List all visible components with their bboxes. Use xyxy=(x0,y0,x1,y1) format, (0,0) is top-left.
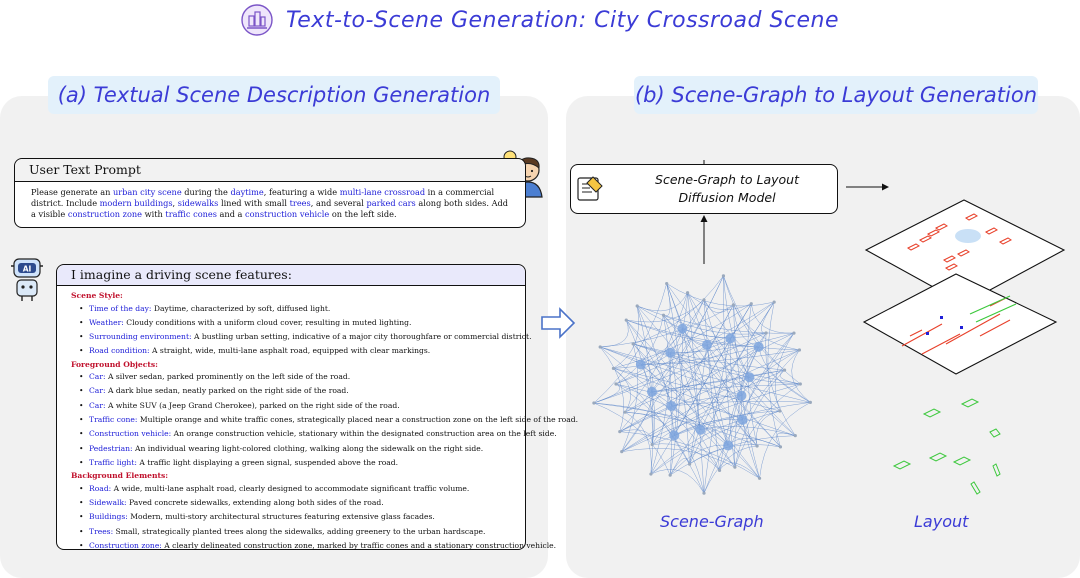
graph-node xyxy=(721,274,726,278)
graph-node xyxy=(631,342,635,346)
graph-node xyxy=(725,333,736,344)
graph-edge xyxy=(687,292,752,310)
graph-node xyxy=(701,339,712,350)
graph-edge xyxy=(624,411,652,475)
graph-edge xyxy=(775,332,795,412)
graph-node xyxy=(677,323,688,334)
graph-edge xyxy=(633,275,724,345)
graph-edge xyxy=(600,319,629,348)
graph-node xyxy=(669,430,680,441)
graph-node xyxy=(731,303,735,307)
graph-edge xyxy=(593,383,621,404)
graph-edge xyxy=(593,402,671,476)
layout-plane-bottom xyxy=(892,398,1001,495)
graph-node xyxy=(668,473,672,477)
graph-node xyxy=(592,401,596,405)
graph-node xyxy=(624,318,628,322)
graph-node xyxy=(737,414,748,425)
layout-plane-middle xyxy=(862,273,1058,375)
layout-caption: Layout xyxy=(914,512,969,531)
graph-edge xyxy=(663,283,671,317)
graph-node xyxy=(598,345,602,349)
graph-node xyxy=(666,401,677,412)
graph-node xyxy=(665,347,676,358)
graph-node xyxy=(650,442,654,447)
layout-illustration xyxy=(862,199,1066,495)
graph-node xyxy=(778,445,783,449)
graph-node xyxy=(635,359,646,370)
graph-node xyxy=(736,390,747,401)
graph-node xyxy=(717,468,722,472)
graph-node xyxy=(702,491,706,495)
graph-edge xyxy=(666,283,775,307)
graph-edge xyxy=(761,301,775,334)
scene-graph-caption: Scene-Graph xyxy=(660,512,764,531)
graph-edge xyxy=(600,346,625,432)
graph-node xyxy=(744,372,755,383)
graph-edge xyxy=(650,469,705,494)
graph-node xyxy=(687,462,692,466)
graph-node xyxy=(635,304,639,308)
graph-node xyxy=(772,300,776,304)
graph-node xyxy=(764,331,768,335)
graph-node xyxy=(695,424,706,435)
graph-node xyxy=(793,434,797,438)
graph-node xyxy=(623,410,627,414)
graph-edge xyxy=(751,303,794,334)
graph-node xyxy=(649,472,653,476)
graph-node xyxy=(618,430,622,434)
graph-node xyxy=(665,281,669,286)
graph-node xyxy=(755,444,759,448)
graph-node xyxy=(808,400,812,404)
graph-node xyxy=(614,382,618,386)
graph-node xyxy=(685,291,690,295)
graph-node xyxy=(702,298,706,302)
scene-graph xyxy=(592,274,812,495)
graph-node xyxy=(792,331,796,335)
graph-node xyxy=(723,440,734,451)
graph-node xyxy=(733,465,737,469)
graph-node xyxy=(661,313,666,317)
graph-node xyxy=(798,382,802,386)
graph-node xyxy=(646,386,657,397)
graph-edges xyxy=(593,275,811,494)
graph-edge xyxy=(791,349,811,403)
graph-edge xyxy=(637,305,794,334)
graph-node xyxy=(797,348,802,352)
graph-node xyxy=(753,341,764,352)
graph-node xyxy=(757,476,762,480)
graph-edge xyxy=(719,349,800,471)
graph-node xyxy=(778,409,782,413)
graph-edge xyxy=(759,402,811,479)
graph-node xyxy=(749,302,753,306)
graph-node xyxy=(611,366,616,370)
graph-edge xyxy=(669,457,690,476)
graph-edge xyxy=(733,304,800,351)
graph-node xyxy=(782,368,787,372)
graph-node xyxy=(620,450,624,454)
